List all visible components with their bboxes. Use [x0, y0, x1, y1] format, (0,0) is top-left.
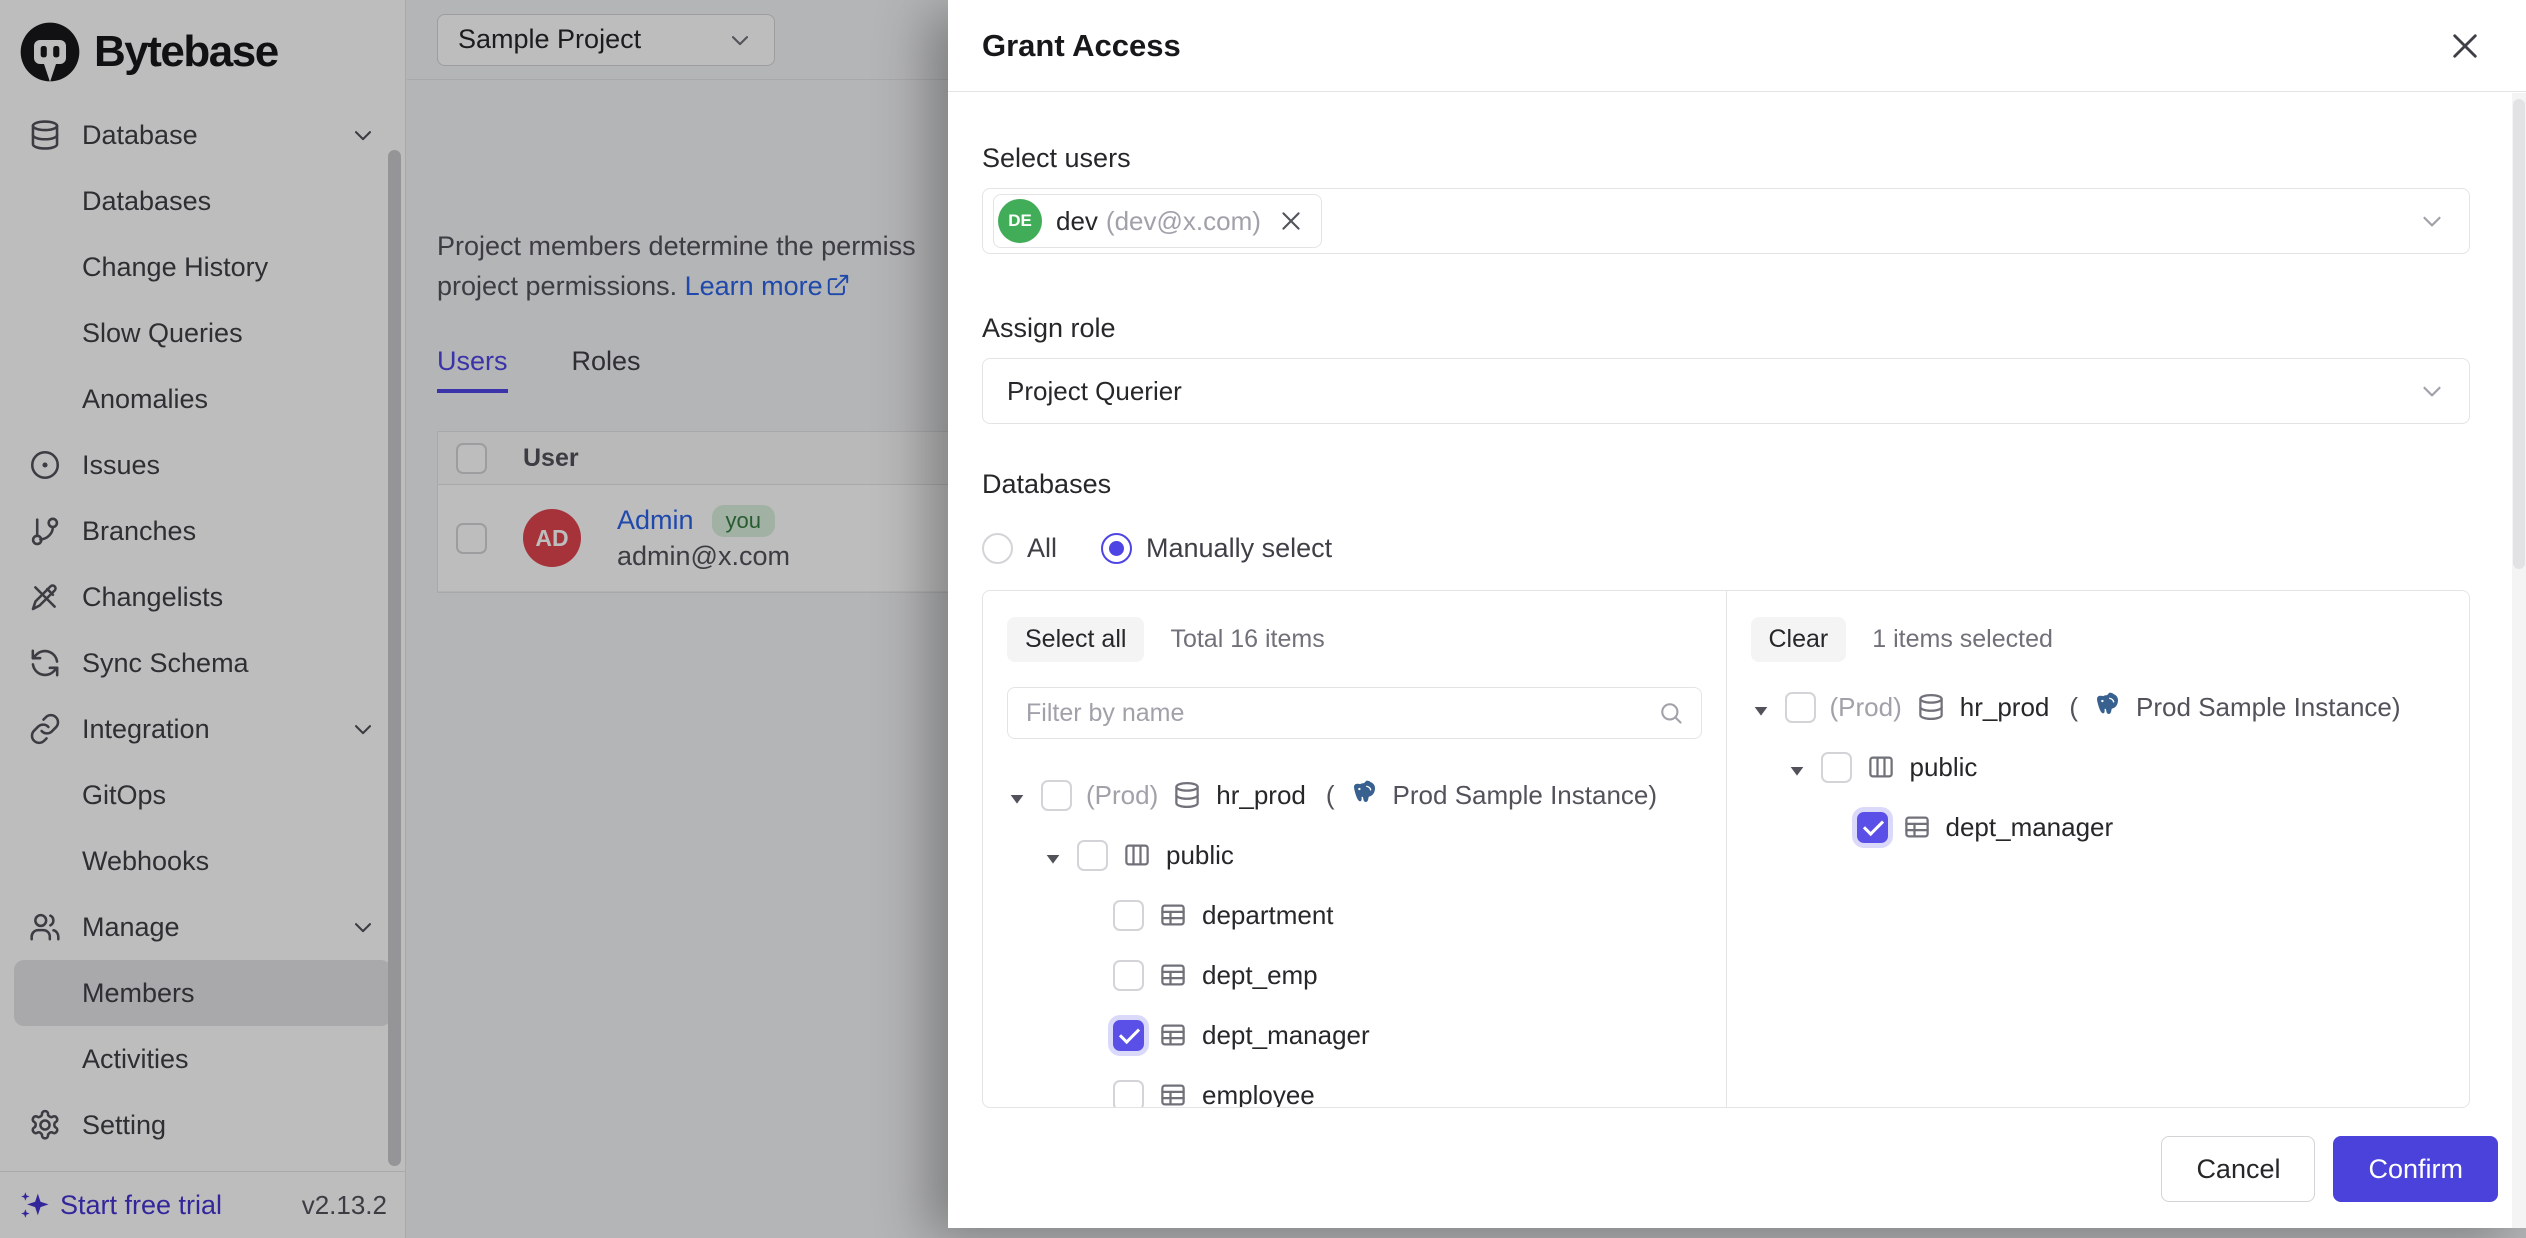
tree-checkbox[interactable]: [1857, 812, 1888, 843]
table-icon: [1158, 960, 1188, 990]
postgresql-icon: [2092, 692, 2122, 722]
select-all-button[interactable]: Select all: [1007, 617, 1144, 662]
tree-checkbox[interactable]: [1821, 752, 1852, 783]
expander-triangle-icon[interactable]: [1751, 697, 1771, 717]
modal-footer: Cancel Confirm: [948, 1132, 2526, 1228]
modal-title: Grant Access: [982, 28, 1181, 64]
modal-body: Select users DE dev (dev@x.com) Assign r…: [948, 92, 2526, 1132]
assign-role-value: Project Querier: [993, 376, 1182, 407]
tree-node-name: department: [1202, 900, 1334, 931]
tree-row[interactable]: (Prod)hr_prod(Prod Sample Instance): [1007, 765, 1702, 825]
postgresql-icon: [1349, 780, 1379, 810]
tree-row[interactable]: dept_manager: [1007, 1005, 1702, 1065]
tree-row[interactable]: dept_manager: [1751, 797, 2446, 857]
user-chip[interactable]: DE dev (dev@x.com): [993, 194, 1322, 248]
avatar: DE: [998, 199, 1042, 243]
tree-row[interactable]: public: [1751, 737, 2446, 797]
modal-header: Grant Access: [948, 0, 2526, 92]
database-icon: [1172, 780, 1202, 810]
clear-button[interactable]: Clear: [1751, 617, 1847, 662]
chevron-down-icon: [2417, 206, 2447, 236]
remove-chip-icon[interactable]: [1277, 207, 1305, 235]
tree-node-name: public: [1166, 840, 1234, 871]
search-icon: [1657, 699, 1685, 727]
tree-row[interactable]: dept_emp: [1007, 945, 1702, 1005]
table-icon: [1158, 1020, 1188, 1050]
tree-node-name: hr_prod: [1960, 692, 2050, 723]
close-icon[interactable]: [2446, 27, 2484, 65]
radio-all[interactable]: All: [982, 533, 1057, 564]
tree-checkbox[interactable]: [1785, 692, 1816, 723]
chevron-down-icon: [2417, 376, 2447, 406]
tree-node-name: employee: [1202, 1080, 1315, 1108]
cancel-button[interactable]: Cancel: [2161, 1136, 2315, 1202]
table-icon: [1158, 900, 1188, 930]
tree-node-name: dept_manager: [1946, 812, 2114, 843]
databases-label: Databases: [982, 468, 2470, 500]
table-icon: [1158, 1080, 1188, 1107]
modal-scrollbar[interactable]: [2512, 93, 2526, 1228]
schema-icon: [1866, 752, 1896, 782]
tree-node-name: hr_prod: [1216, 780, 1306, 811]
filter-input[interactable]: [1024, 698, 1657, 729]
tree-checkbox[interactable]: [1113, 1020, 1144, 1051]
environment-label: (Prod): [1086, 780, 1158, 811]
database-scope-radios: All Manually select: [982, 530, 2470, 566]
app-screen: Bytebase DatabaseDatabasesChange History…: [0, 0, 2526, 1238]
tree-checkbox[interactable]: [1041, 780, 1072, 811]
assign-role-label: Assign role: [982, 312, 2470, 344]
chip-name: dev: [1056, 206, 1098, 237]
instance-name: Prod Sample Instance): [2136, 692, 2400, 723]
selected-tree: (Prod)hr_prod(Prod Sample Instance)publi…: [1751, 677, 2446, 857]
instance-name: Prod Sample Instance): [1393, 780, 1657, 811]
tree-row[interactable]: department: [1007, 885, 1702, 945]
chip-email: (dev@x.com): [1106, 206, 1261, 237]
radio-circle-icon[interactable]: [1101, 533, 1132, 564]
tree-checkbox[interactable]: [1113, 960, 1144, 991]
tree-node-name: public: [1910, 752, 1978, 783]
filter-input-wrap: [1007, 687, 1702, 739]
table-icon: [1902, 812, 1932, 842]
radio-manually-select[interactable]: Manually select: [1101, 533, 1332, 564]
tree-checkbox[interactable]: [1113, 900, 1144, 931]
picker-selected-panel: Clear 1 items selected (Prod)hr_prod(Pro…: [1727, 591, 2470, 1107]
total-items-label: Total 16 items: [1170, 625, 1324, 654]
selected-items-label: 1 items selected: [1872, 625, 2053, 654]
confirm-button[interactable]: Confirm: [2333, 1136, 2498, 1202]
tree-checkbox[interactable]: [1077, 840, 1108, 871]
tree-row[interactable]: employee: [1007, 1065, 1702, 1107]
tree-row[interactable]: (Prod)hr_prod(Prod Sample Instance): [1751, 677, 2446, 737]
expander-triangle-icon[interactable]: [1787, 757, 1807, 777]
select-users-label: Select users: [982, 142, 2470, 174]
expander-triangle-icon[interactable]: [1007, 785, 1027, 805]
tree-node-name: dept_manager: [1202, 1020, 1370, 1051]
assign-role-select[interactable]: Project Querier: [982, 358, 2470, 424]
grant-access-modal: Grant Access Select users DE dev (dev@x.…: [948, 0, 2526, 1228]
environment-label: (Prod): [1830, 692, 1902, 723]
database-icon: [1916, 692, 1946, 722]
select-users-input[interactable]: DE dev (dev@x.com): [982, 188, 2470, 254]
picker-source-panel: Select all Total 16 items (Prod)hr_prod(…: [983, 591, 1727, 1107]
expander-triangle-icon[interactable]: [1043, 845, 1063, 865]
tree-node-name: dept_emp: [1202, 960, 1318, 991]
database-picker: Select all Total 16 items (Prod) hr_prod (…: [982, 590, 2470, 1108]
radio-circle-icon[interactable]: [982, 533, 1013, 564]
source-tree: (Prod)hr_prod(Prod Sample Instance)publi…: [1007, 765, 1702, 1107]
tree-row[interactable]: public: [1007, 825, 1702, 885]
tree-checkbox[interactable]: [1113, 1080, 1144, 1108]
schema-icon: [1122, 840, 1152, 870]
